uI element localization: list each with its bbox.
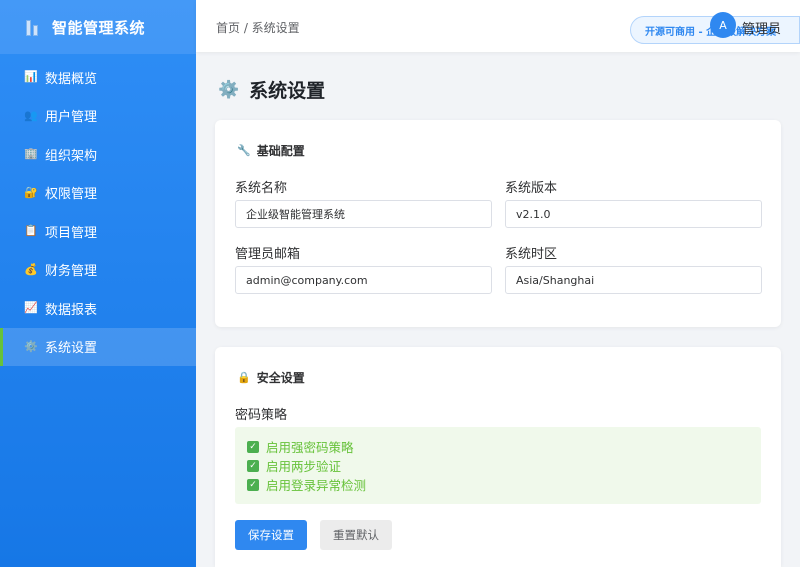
sidebar-item-label: 项目管理 xyxy=(45,225,98,241)
admin-email-input[interactable] xyxy=(235,266,492,294)
sidebar-item-label: 权限管理 xyxy=(45,187,98,203)
checkbox-checked-icon[interactable]: ✓ xyxy=(247,478,259,491)
security-title: 安全设置 xyxy=(256,371,305,385)
checkbox-checked-icon[interactable]: ✓ xyxy=(247,440,259,453)
option-strong-password[interactable]: ✓ 启用强密码策略 xyxy=(247,437,761,456)
sidebar-item-finance[interactable]: 💰 财务管理 xyxy=(0,251,196,290)
option-two-factor[interactable]: ✓ 启用两步验证 xyxy=(247,456,761,475)
username[interactable]: 管理员 xyxy=(742,18,781,37)
basic-config-card: 🔧 基础配置 系统名称 系统版本 管理员邮箱 系统时区 xyxy=(215,120,781,327)
app-title: 智能管理系统 xyxy=(52,18,146,37)
system-name-label: 系统名称 xyxy=(235,181,288,196)
sidebar-item-organization[interactable]: 🏢 组织架构 xyxy=(0,135,196,174)
users-icon: 👥 xyxy=(24,108,38,122)
wrench-icon: 🔧 xyxy=(237,144,251,157)
save-settings-button[interactable]: 保存设置 xyxy=(235,520,307,550)
option-login-anomaly[interactable]: ✓ 启用登录异常检测 xyxy=(247,475,761,494)
basic-config-title: 基础配置 xyxy=(256,144,305,158)
sidebar-item-label: 系统设置 xyxy=(45,341,98,357)
password-policy-label: 密码策略 xyxy=(235,408,288,423)
gear-icon: ⚙️ xyxy=(218,79,240,100)
admin-email-label: 管理员邮箱 xyxy=(235,247,301,262)
breadcrumb: 首页 / 系统设置 xyxy=(216,21,300,35)
sidebar: 智能管理系统 📊 数据概览 👥 用户管理 🏢 组织架构 🔐 权限管理 📋 项目管… xyxy=(0,0,196,567)
avatar[interactable]: A xyxy=(710,12,736,38)
sidebar-item-projects[interactable]: 📋 项目管理 xyxy=(0,212,196,251)
gear-icon: ⚙️ xyxy=(24,339,38,353)
sidebar-item-reports[interactable]: 📈 数据报表 xyxy=(0,289,196,328)
sidebar-item-label: 数据报表 xyxy=(45,302,98,318)
clipboard-icon: 📋 xyxy=(24,224,38,238)
timezone-input[interactable] xyxy=(505,266,762,294)
timezone-label: 系统时区 xyxy=(505,247,558,262)
password-policy-box: ✓ 启用强密码策略 ✓ 启用两步验证 ✓ 启用登录异常检测 xyxy=(235,427,761,504)
building-icon xyxy=(24,18,40,36)
money-bag-icon: 💰 xyxy=(24,262,38,276)
system-name-input[interactable] xyxy=(235,200,492,228)
app-logo: 智能管理系统 xyxy=(0,0,196,54)
basic-config-header: 🔧 基础配置 xyxy=(237,142,305,159)
sidebar-item-overview[interactable]: 📊 数据概览 xyxy=(0,58,196,97)
sidebar-item-settings[interactable]: ⚙️ 系统设置 xyxy=(0,327,196,366)
page-title: ⚙️ 系统设置 xyxy=(218,76,325,103)
security-header: 🔒 安全设置 xyxy=(237,369,305,386)
sidebar-item-permissions[interactable]: 🔐 权限管理 xyxy=(0,174,196,213)
sidebar-item-label: 用户管理 xyxy=(45,110,98,126)
line-chart-icon: 📈 xyxy=(24,301,38,315)
reset-defaults-button[interactable]: 重置默认 xyxy=(320,520,392,550)
page-title-text: 系统设置 xyxy=(249,80,326,102)
sidebar-item-label: 财务管理 xyxy=(45,264,98,280)
system-version-label: 系统版本 xyxy=(505,181,558,196)
checkbox-checked-icon[interactable]: ✓ xyxy=(247,459,259,472)
lock-icon: 🔒 xyxy=(237,371,251,384)
sidebar-item-label: 组织架构 xyxy=(45,148,98,164)
option-label: 启用两步验证 xyxy=(266,459,342,474)
sidebar-item-label: 数据概览 xyxy=(45,71,98,87)
system-version-input[interactable] xyxy=(505,200,762,228)
bar-chart-icon: 📊 xyxy=(24,70,38,84)
sidebar-nav: 📊 数据概览 👥 用户管理 🏢 组织架构 🔐 权限管理 📋 项目管理 💰 财务管… xyxy=(0,58,196,366)
sidebar-item-users[interactable]: 👥 用户管理 xyxy=(0,97,196,136)
security-card: 🔒 安全设置 密码策略 ✓ 启用强密码策略 ✓ 启用两步验证 ✓ 启用登录异常检… xyxy=(215,347,781,567)
lock-icon: 🔐 xyxy=(24,185,38,199)
top-header: 首页 / 系统设置 开源可商用 - 企业级解决方案 A 管理员 xyxy=(196,0,800,52)
office-building-icon: 🏢 xyxy=(24,147,38,161)
option-label: 启用登录异常检测 xyxy=(266,478,367,493)
option-label: 启用强密码策略 xyxy=(266,440,354,455)
